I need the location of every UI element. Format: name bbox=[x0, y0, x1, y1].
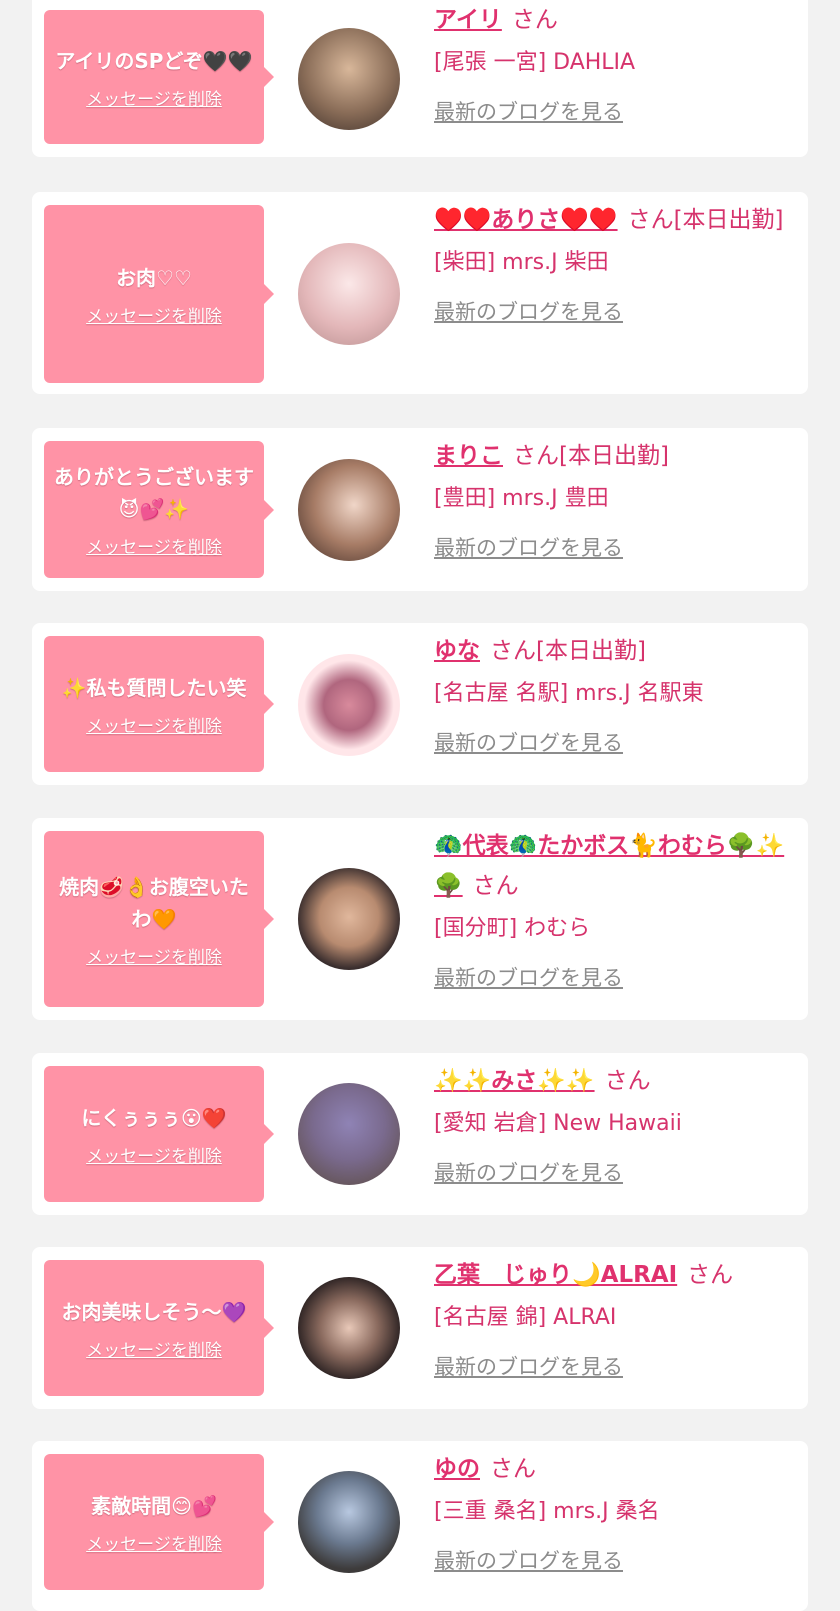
avatar[interactable] bbox=[298, 243, 400, 345]
latest-blog-link[interactable]: 最新のブログを見る bbox=[434, 1545, 623, 1575]
message-bubble: 焼肉🥩👌お腹空いたわ🧡 メッセージを削除 bbox=[44, 831, 274, 1007]
avatar[interactable] bbox=[298, 868, 400, 970]
avatar[interactable] bbox=[298, 28, 400, 130]
sender-name-line: ♥️♥️ありさ♥️♥️ さん[本日出勤] bbox=[434, 200, 798, 240]
message-list: アイリのSPどぞ🖤🖤 メッセージを削除 アイリ さん [尾張 一宮] DAHLIA… bbox=[0, 0, 840, 1611]
message-card: ✨私も質問したい笑 メッセージを削除 ゆな さん[本日出勤] [名古屋 名駅] m… bbox=[32, 623, 808, 785]
sender-info: 乙葉 じゅり🌙ALRAI さん [名古屋 錦] ALRAI 最新のブログを見る bbox=[434, 1255, 798, 1381]
message-text: にくぅぅぅ😮❤️ bbox=[81, 1105, 227, 1130]
message-text: お肉美味しそう〜💜 bbox=[61, 1299, 247, 1324]
sender-name-line: ゆの さん bbox=[434, 1449, 798, 1489]
sender-suffix: さん bbox=[511, 7, 558, 33]
sender-info: まりこ さん[本日出勤] [豊田] mrs.J 豊田 最新のブログを見る bbox=[434, 436, 798, 562]
message-bubble: 素敵時間😊💕 メッセージを削除 bbox=[44, 1454, 274, 1590]
avatar[interactable] bbox=[298, 459, 400, 561]
shop-label: [三重 桑名] mrs.J 桑名 bbox=[434, 1499, 660, 1524]
latest-blog-link[interactable]: 最新のブログを見る bbox=[434, 1157, 623, 1187]
delete-message-link[interactable]: メッセージを削除 bbox=[86, 1142, 222, 1167]
avatar[interactable] bbox=[298, 654, 400, 756]
message-bubble: お肉美味しそう〜💜 メッセージを削除 bbox=[44, 1260, 274, 1396]
message-text: 素敵時間😊💕 bbox=[91, 1493, 217, 1518]
message-text: アイリのSPどぞ🖤🖤 bbox=[55, 48, 253, 73]
delete-message-link[interactable]: メッセージを削除 bbox=[86, 712, 222, 737]
avatar[interactable] bbox=[298, 1083, 400, 1185]
shop-label: [尾張 一宮] DAHLIA bbox=[434, 50, 636, 75]
sender-info: 🦚代表🦚たかボス🐈わむら🌳✨🌳 さん [国分町] わむら 最新のブログを見る bbox=[434, 826, 798, 992]
delete-message-link[interactable]: メッセージを削除 bbox=[86, 533, 222, 558]
sender-name-link[interactable]: ゆの bbox=[434, 1456, 480, 1482]
avatar[interactable] bbox=[298, 1277, 400, 1379]
message-card: にくぅぅぅ😮❤️ メッセージを削除 ✨✨みさ✨✨ さん [愛知 岩倉] New H… bbox=[32, 1053, 808, 1215]
sender-name-link[interactable]: ゆな bbox=[434, 638, 480, 664]
sender-suffix: さん[本日出勤] bbox=[627, 207, 784, 233]
sender-suffix: さん bbox=[687, 1262, 734, 1288]
sender-suffix: さん[本日出勤] bbox=[490, 638, 646, 664]
latest-blog-link[interactable]: 最新のブログを見る bbox=[434, 96, 623, 126]
message-text: 焼肉🥩👌お腹空いたわ🧡 bbox=[59, 874, 249, 931]
shop-label: [愛知 岩倉] New Hawaii bbox=[434, 1111, 682, 1136]
latest-blog-link[interactable]: 最新のブログを見る bbox=[434, 1351, 623, 1381]
sender-name-link[interactable]: アイリ bbox=[434, 7, 502, 33]
message-card: アイリのSPどぞ🖤🖤 メッセージを削除 アイリ さん [尾張 一宮] DAHLIA… bbox=[32, 0, 808, 157]
delete-message-link[interactable]: メッセージを削除 bbox=[86, 943, 222, 968]
message-card: 素敵時間😊💕 メッセージを削除 ゆの さん [三重 桑名] mrs.J 桑名 最新… bbox=[32, 1441, 808, 1611]
delete-message-link[interactable]: メッセージを削除 bbox=[86, 1530, 222, 1555]
sender-name-link[interactable]: まりこ bbox=[434, 443, 503, 469]
delete-message-link[interactable]: メッセージを削除 bbox=[86, 85, 222, 110]
shop-label: [名古屋 名駅] mrs.J 名駅東 bbox=[434, 681, 704, 706]
shop-label: [国分町] わむら bbox=[434, 916, 591, 941]
message-bubble: にくぅぅぅ😮❤️ メッセージを削除 bbox=[44, 1066, 274, 1202]
message-bubble: ありがとうございます😈💕✨ メッセージを削除 bbox=[44, 441, 274, 578]
sender-name-line: ✨✨みさ✨✨ さん bbox=[434, 1061, 798, 1101]
sender-name-line: 乙葉 じゅり🌙ALRAI さん bbox=[434, 1255, 798, 1295]
sender-suffix: さん[本日出勤] bbox=[513, 443, 669, 469]
sender-info: ♥️♥️ありさ♥️♥️ さん[本日出勤] [柴田] mrs.J 柴田 最新のブログ… bbox=[434, 200, 798, 326]
message-bubble: ✨私も質問したい笑 メッセージを削除 bbox=[44, 636, 274, 772]
sender-name-line: アイリ さん bbox=[434, 0, 798, 40]
message-card: ありがとうございます😈💕✨ メッセージを削除 まりこ さん[本日出勤] [豊田] … bbox=[32, 428, 808, 591]
sender-suffix: さん bbox=[604, 1068, 651, 1094]
sender-info: ✨✨みさ✨✨ さん [愛知 岩倉] New Hawaii 最新のブログを見る bbox=[434, 1061, 798, 1187]
message-card: お肉♡♡ メッセージを削除 ♥️♥️ありさ♥️♥️ さん[本日出勤] [柴田] m… bbox=[32, 192, 808, 394]
message-bubble: お肉♡♡ メッセージを削除 bbox=[44, 205, 274, 383]
latest-blog-link[interactable]: 最新のブログを見る bbox=[434, 532, 623, 562]
latest-blog-link[interactable]: 最新のブログを見る bbox=[434, 727, 623, 757]
sender-info: ゆの さん [三重 桑名] mrs.J 桑名 最新のブログを見る bbox=[434, 1449, 798, 1575]
sender-name-line: 🦚代表🦚たかボス🐈わむら🌳✨🌳 さん bbox=[434, 826, 798, 906]
shop-label: [名古屋 錦] ALRAI bbox=[434, 1305, 617, 1330]
message-card: お肉美味しそう〜💜 メッセージを削除 乙葉 じゅり🌙ALRAI さん [名古屋 錦… bbox=[32, 1247, 808, 1409]
sender-info: アイリ さん [尾張 一宮] DAHLIA 最新のブログを見る bbox=[434, 0, 798, 126]
message-card: 焼肉🥩👌お腹空いたわ🧡 メッセージを削除 🦚代表🦚たかボス🐈わむら🌳✨🌳 さん [… bbox=[32, 818, 808, 1020]
sender-name-link[interactable]: ✨✨みさ✨✨ bbox=[434, 1068, 595, 1094]
shop-label: [柴田] mrs.J 柴田 bbox=[434, 250, 609, 275]
message-text: ✨私も質問したい笑 bbox=[61, 675, 247, 700]
sender-info: ゆな さん[本日出勤] [名古屋 名駅] mrs.J 名駅東 最新のブログを見る bbox=[434, 631, 798, 757]
message-text: ありがとうございます😈💕✨ bbox=[54, 465, 254, 521]
message-text: お肉♡♡ bbox=[116, 265, 192, 290]
latest-blog-link[interactable]: 最新のブログを見る bbox=[434, 296, 623, 326]
avatar[interactable] bbox=[298, 1471, 400, 1573]
latest-blog-link[interactable]: 最新のブログを見る bbox=[434, 962, 623, 992]
sender-name-link[interactable]: ♥️♥️ありさ♥️♥️ bbox=[434, 207, 618, 233]
message-bubble: アイリのSPどぞ🖤🖤 メッセージを削除 bbox=[44, 10, 274, 144]
shop-label: [豊田] mrs.J 豊田 bbox=[434, 486, 609, 511]
delete-message-link[interactable]: メッセージを削除 bbox=[86, 1336, 222, 1361]
sender-name-line: まりこ さん[本日出勤] bbox=[434, 436, 798, 476]
delete-message-link[interactable]: メッセージを削除 bbox=[86, 302, 222, 327]
sender-suffix: さん bbox=[490, 1456, 536, 1482]
sender-name-link[interactable]: 乙葉 じゅり🌙ALRAI bbox=[434, 1262, 677, 1288]
sender-suffix: さん bbox=[472, 873, 519, 899]
sender-name-line: ゆな さん[本日出勤] bbox=[434, 631, 798, 671]
